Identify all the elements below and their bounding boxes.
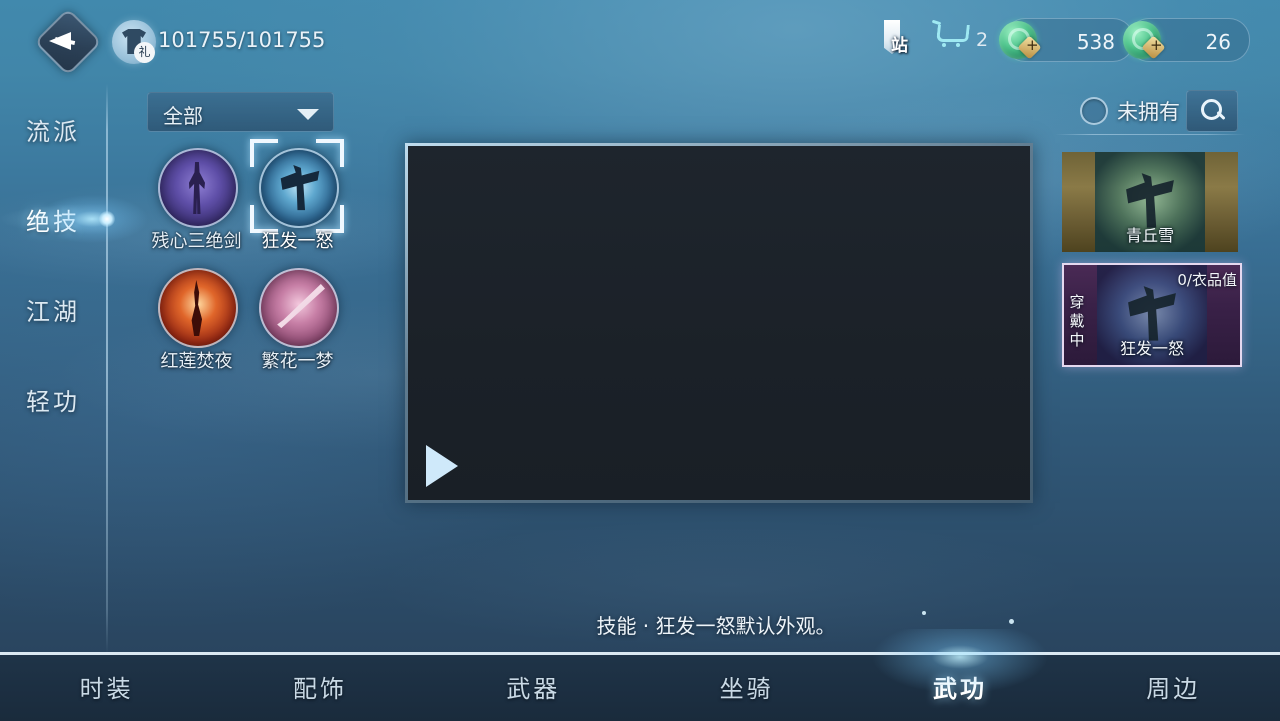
sidebar-item-label: 轻功 — [26, 387, 80, 416]
video-surface — [408, 146, 1030, 500]
skill-label: 繁花一梦 — [261, 351, 334, 372]
tab-sparkle — [921, 611, 926, 615]
skill-icon — [259, 148, 339, 228]
sidebar-item-label: 江湖 — [26, 297, 80, 326]
cart-body — [936, 25, 970, 42]
avatar-badge: 礼 — [134, 42, 155, 63]
tab-zhoubian[interactable]: 周边 — [1067, 655, 1280, 718]
skill-item-fanhua[interactable]: 繁花一梦 — [248, 268, 347, 388]
play-icon[interactable] — [426, 445, 458, 487]
cart-wheel — [942, 43, 946, 47]
sidebar-item-qinggong[interactable]: 轻功 — [0, 354, 106, 444]
skill-icon — [259, 268, 339, 348]
skill-icon — [158, 268, 238, 348]
owned-filter-label: 未拥有 — [1117, 100, 1180, 124]
currency-value-1: 538 — [1076, 30, 1115, 54]
currency-pill-1[interactable]: 538 — [999, 18, 1134, 62]
cart-wheel — [956, 43, 960, 47]
currency-value-2: 26 — [1205, 30, 1231, 54]
preview-video-player[interactable] — [405, 143, 1033, 503]
tab-sparkle — [972, 681, 976, 684]
skill-label: 残心三绝剑 — [151, 231, 242, 252]
skill-item-kuangfa[interactable]: 狂发一怒 — [248, 139, 347, 268]
nav-spark-icon — [99, 211, 115, 227]
skill-item-canxin[interactable]: 残心三绝剑 — [147, 148, 246, 268]
tab-shizhuang[interactable]: 时装 — [0, 655, 213, 718]
top-status-bar: 礼 101755/101755 站 2 538 26 — [0, 0, 1280, 80]
radio-unchecked-icon[interactable] — [1080, 97, 1108, 125]
tab-list: 时装 配饰 武器 坐骑 武功 周边 — [0, 611, 1280, 718]
owned-filter-toggle[interactable]: 未拥有 — [1080, 96, 1180, 126]
back-arrow-icon — [49, 32, 71, 50]
skill-item-honglian[interactable]: 红莲焚夜 — [147, 268, 246, 388]
nav-streak — [0, 204, 106, 234]
preview-caption: 技能 · 狂发一怒默认外观。 — [596, 614, 836, 638]
search-icon — [1201, 99, 1222, 120]
skill-icon — [158, 148, 238, 228]
tab-sparkle — [1009, 619, 1015, 624]
bottom-tab-bar: 时装 配饰 武器 坐骑 武功 周边 — [0, 611, 1280, 721]
tab-label: 时装 — [79, 675, 134, 703]
tab-zuoqi[interactable]: 坐骑 — [640, 655, 853, 718]
sidebar: 流派 绝技 江湖 轻功 — [0, 84, 152, 444]
hp-value: 101755/101755 — [158, 28, 326, 52]
tab-wuqi[interactable]: 武器 — [427, 655, 640, 718]
back-button[interactable] — [34, 8, 102, 76]
tab-wugong[interactable]: 武功 — [853, 611, 1066, 718]
card-value: 0/衣品值 — [1177, 271, 1237, 289]
appearance-card-kuangfayinu[interactable]: 0/衣品值 穿戴中 狂发一怒 — [1062, 263, 1242, 367]
game-screen: 礼 101755/101755 站 2 538 26 流派 — [0, 0, 1280, 721]
tab-label: 武器 — [506, 675, 561, 703]
right-panel-divider — [1055, 134, 1245, 135]
chevron-down-icon — [297, 109, 319, 120]
skill-label: 红莲焚夜 — [160, 351, 233, 372]
tab-label: 周边 — [1146, 675, 1201, 703]
card-label: 青丘雪 — [1125, 226, 1174, 245]
tab-peishi[interactable]: 配饰 — [213, 655, 426, 718]
card-label: 狂发一怒 — [1119, 339, 1184, 358]
tab-label: 坐骑 — [719, 675, 774, 703]
currency-pill-2[interactable]: 26 — [1123, 18, 1250, 62]
category-filter-value: 全部 — [163, 104, 203, 128]
appearance-card-qingqiuxue[interactable]: 青丘雪 — [1062, 152, 1238, 252]
sidebar-item-label: 流派 — [26, 117, 80, 146]
sidebar-item-jueji[interactable]: 绝技 — [0, 174, 152, 264]
avatar[interactable]: 礼 — [112, 20, 156, 64]
category-filter-dropdown[interactable]: 全部 — [147, 92, 334, 132]
sidebar-item-liupai[interactable]: 流派 — [0, 84, 106, 174]
shop-icon-label: 站 — [891, 36, 908, 55]
cart-icon[interactable] — [931, 19, 970, 50]
sidebar-item-jianghu[interactable]: 江湖 — [0, 264, 106, 354]
sidebar-rail — [106, 84, 108, 654]
skill-label: 狂发一怒 — [261, 231, 334, 252]
tab-label: 武功 — [932, 675, 987, 703]
tab-label: 配饰 — [292, 675, 347, 703]
shop-banner-icon[interactable]: 站 — [880, 18, 922, 62]
skill-grid: 残心三绝剑 狂发一怒 红莲焚夜 繁花一梦 — [147, 139, 347, 388]
search-button[interactable] — [1186, 90, 1238, 132]
cart-count: 2 — [976, 29, 989, 51]
